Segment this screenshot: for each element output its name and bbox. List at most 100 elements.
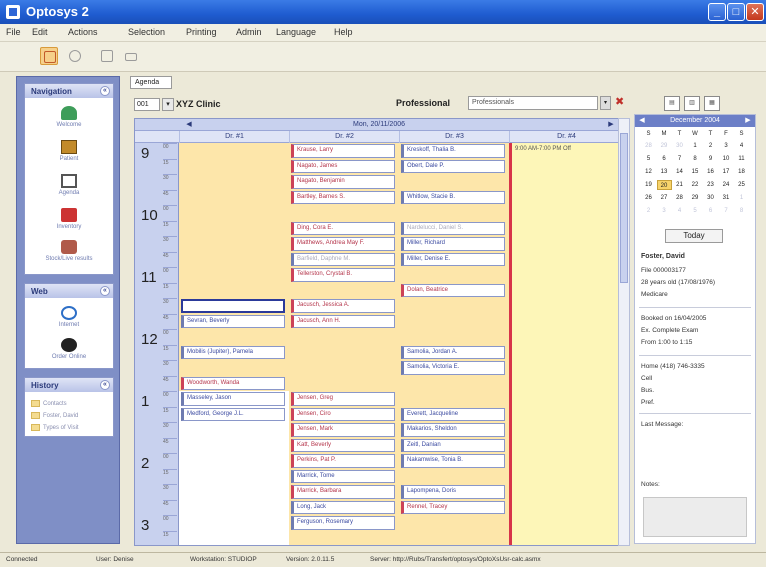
menu-edit[interactable]: Edit [32,27,48,37]
appointment-slot[interactable]: Nagato, James [291,159,395,173]
appointment-slot[interactable]: Mobilis (Jupiter), Pamela [181,345,285,359]
appointment-slot[interactable]: Perkins, Pat P. [291,454,395,468]
professional-field[interactable]: Professionals [468,96,598,110]
next-month-arrow-icon[interactable]: ▶ [743,115,753,127]
day-cell[interactable]: 3 [657,206,672,216]
day-cell[interactable]: 1 [688,141,703,151]
day-cell[interactable]: 17 [719,167,734,177]
appointment-slot[interactable]: Makarios, Sheldon [401,423,505,437]
appointment-slot[interactable]: Miller, Denise E. [401,252,505,266]
day-cell[interactable]: 20 [656,180,672,190]
day-cell[interactable]: 24 [719,180,734,190]
collapse-icon[interactable]: « [100,86,110,96]
day-cell[interactable]: 11 [734,154,749,164]
appointment-slot[interactable]: Masseley, Jason [181,392,285,406]
nav-patient[interactable]: Patient [25,140,113,162]
month-view-button[interactable]: ▦ [704,96,720,111]
appointment-slot[interactable]: Samolia, Jordan A. [401,345,505,359]
nav-internet[interactable]: Internet [25,306,113,328]
appointment-slot[interactable]: Bartley, Barnes S. [291,190,395,204]
prev-day-arrow-icon[interactable]: ◀ [183,119,195,131]
appointment-slot[interactable]: Barfield, Daphne M. [291,252,395,266]
day-cell[interactable]: 8 [688,154,703,164]
appointment-slot[interactable]: Whitlow, Stacie B. [401,190,505,204]
week-view-button[interactable]: ▥ [684,96,700,111]
day-cell[interactable]: 21 [672,180,687,190]
day-cell[interactable]: 16 [703,167,718,177]
day-cell[interactable]: 7 [719,206,734,216]
day-cell[interactable]: 22 [688,180,703,190]
appointment-slot[interactable]: Katt, Beverly [291,438,395,452]
professional-dropdown-button[interactable]: ▾ [600,96,611,110]
day-cell[interactable]: 12 [641,167,656,177]
appointment-slot[interactable]: Jacusch, Jessica A. [291,299,395,313]
minimize-button[interactable]: _ [708,3,726,21]
appointment-slot[interactable]: Jensen, Mark [291,423,395,437]
day-cell[interactable]: 4 [734,141,749,151]
appointment-slot[interactable]: Nardelucci, Daniel S. [401,221,505,235]
close-button[interactable]: ✕ [746,3,764,21]
day-cell[interactable]: 9 [703,154,718,164]
collapse-icon[interactable]: « [100,380,110,390]
day-cell[interactable]: 13 [657,167,672,177]
appointment-slot[interactable]: Zeitl, Danian [401,438,505,452]
day-cell[interactable]: 4 [672,206,687,216]
appointment-slot[interactable]: Ding, Cora E. [291,221,395,235]
day-cell[interactable]: 2 [703,141,718,151]
day-cell[interactable]: 27 [657,193,672,203]
appointment-slot[interactable]: Krause, Larry [291,144,395,158]
day-cell[interactable]: 28 [672,193,687,203]
history-header[interactable]: History « [25,378,113,392]
web-header[interactable]: Web « [25,284,113,298]
appointment-slot[interactable]: Kreskoff, Thalia B. [401,144,505,158]
day-cell[interactable]: 6 [703,206,718,216]
day-cell[interactable]: 23 [703,180,718,190]
history-item[interactable]: Foster, David [31,412,78,419]
day-view-button[interactable]: ▤ [664,96,680,111]
menu-file[interactable]: File [6,27,21,37]
menu-printing[interactable]: Printing [186,27,217,37]
menu-help[interactable]: Help [334,27,353,37]
day-cell[interactable]: 18 [734,167,749,177]
scrollbar-thumb[interactable] [620,133,628,283]
appointment-slot[interactable]: Marrick, Barbara [291,485,395,499]
appointment-slot[interactable]: Rennel, Tracey [401,500,505,514]
nav-stock-results[interactable]: Stock/Live results [25,240,113,262]
day-cell[interactable]: 15 [688,167,703,177]
maximize-button[interactable]: □ [727,3,745,21]
calendar-tool-icon[interactable] [40,47,58,65]
day-cell[interactable]: 8 [734,206,749,216]
appointment-slot[interactable]: Tellerston, Crystal B. [291,268,395,282]
navigation-header[interactable]: Navigation « [25,84,113,98]
prev-month-arrow-icon[interactable]: ◀ [637,115,647,127]
document-tool-icon[interactable] [98,47,116,65]
day-cell[interactable]: 29 [688,193,703,203]
day-cell[interactable]: 2 [641,206,656,216]
history-item[interactable]: Types of Visit [31,424,79,431]
tab-agenda[interactable]: Agenda [130,76,172,89]
clear-professional-icon[interactable]: ✖ [615,95,629,110]
nav-inventory[interactable]: Inventory [25,208,113,230]
day-cell[interactable]: 28 [641,141,656,151]
appointment-slot[interactable]: Jacusch, Ann H. [291,314,395,328]
appointment-slot[interactable]: Sevran, Beverly [181,314,285,328]
appointment-slot[interactable]: Obert, Dale P. [401,159,505,173]
collapse-icon[interactable]: « [100,286,110,296]
day-cell[interactable]: 14 [672,167,687,177]
menu-actions[interactable]: Actions [68,27,98,37]
appointment-slot[interactable]: Medford, George J.L. [181,407,285,421]
appointment-slot[interactable]: Long, Jack [291,500,395,514]
appointment-slot[interactable]: Everett, Jacqueline [401,407,505,421]
appointment-slot[interactable]: Woodworth, Wanda [181,376,285,390]
appointment-slot[interactable]: Nagato, Benjamin [291,175,395,189]
appointment-slot[interactable]: Nakamwise, Tonia B. [401,454,505,468]
day-cell[interactable]: 31 [719,193,734,203]
clinic-dropdown-button[interactable]: ▾ [162,98,174,111]
day-cell[interactable]: 30 [672,141,687,151]
appointment-slot[interactable]: Marrick, Tome [291,469,395,483]
appointment-slot[interactable]: Samolia, Victoria E. [401,361,505,375]
day-cell[interactable]: 10 [719,154,734,164]
appointment-slot[interactable]: Dolan, Beatrice [401,283,505,297]
appointment-slot[interactable]: Jensen, Greg [291,392,395,406]
day-cell[interactable]: 1 [734,193,749,203]
